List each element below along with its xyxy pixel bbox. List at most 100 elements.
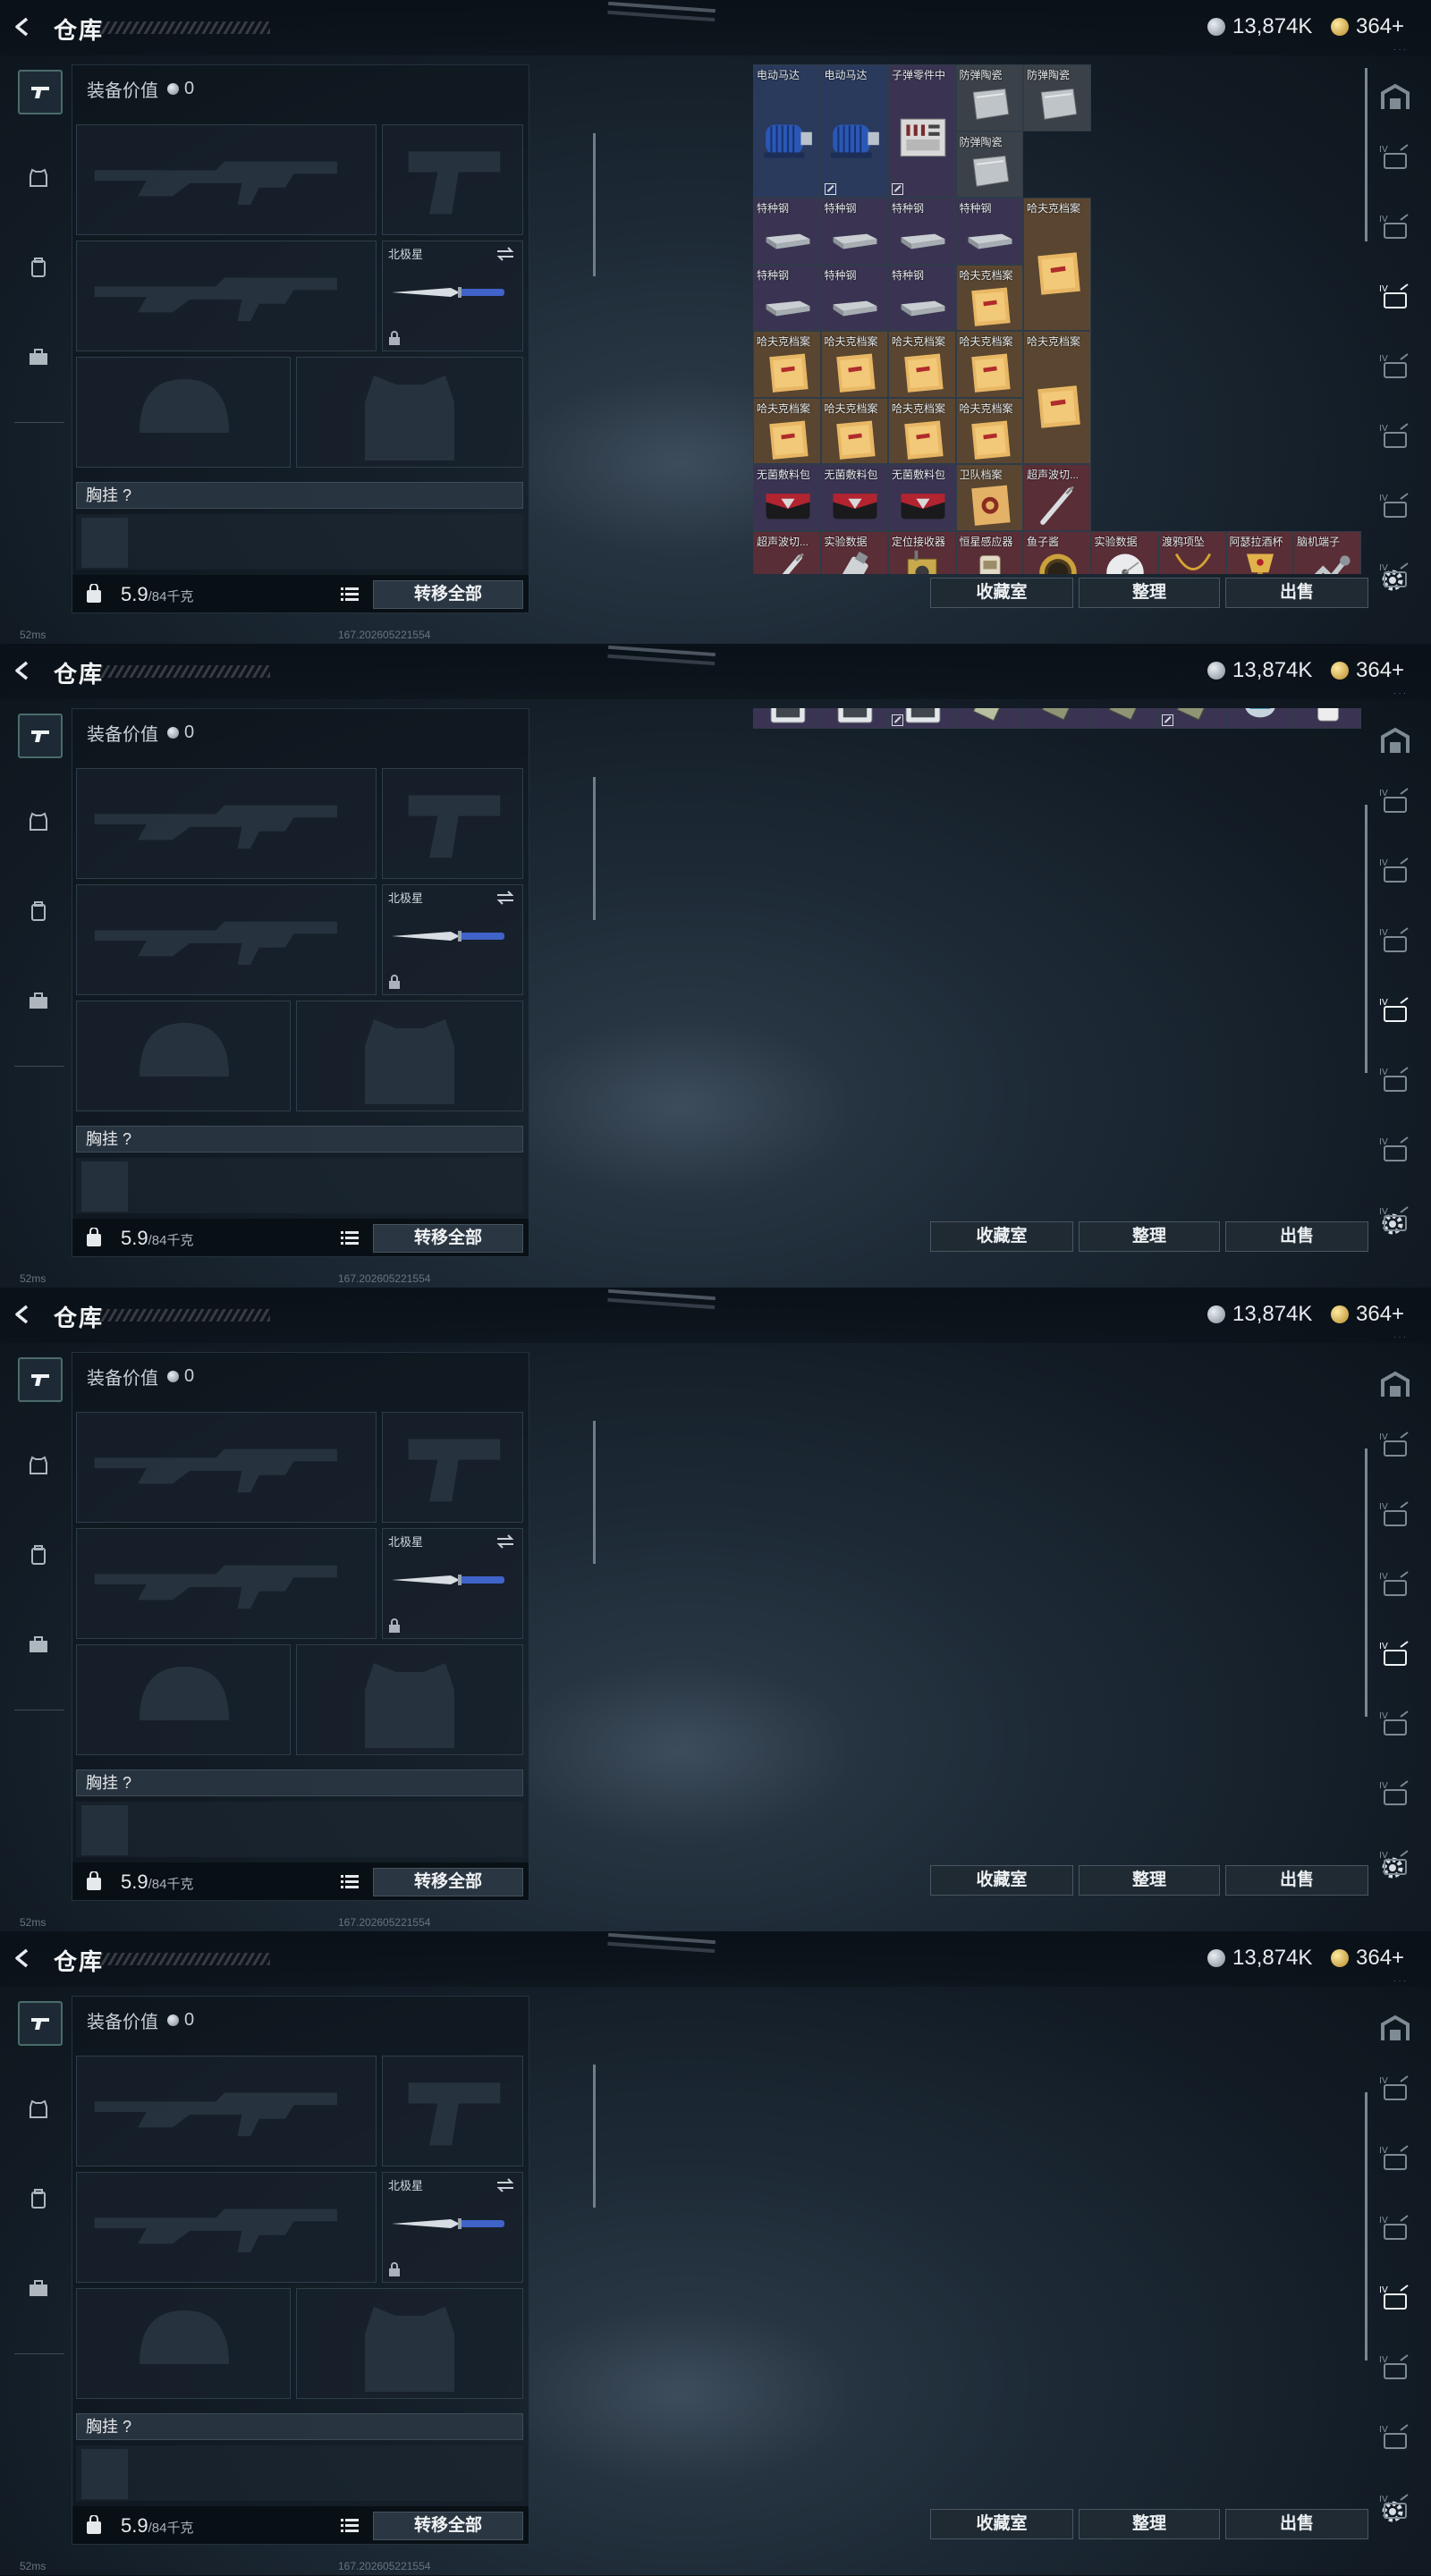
page-tab[interactable]: IV <box>1377 2212 1413 2242</box>
page-tab[interactable]: IV <box>1377 785 1413 815</box>
sell-button[interactable]: 出售 <box>1225 2509 1368 2539</box>
page-tab[interactable]: IV <box>1377 994 1413 1025</box>
page-tab[interactable]: IV <box>1377 1429 1413 1459</box>
storage-item[interactable]: 防弹陶瓷 <box>956 64 1024 131</box>
storage-scrollbar[interactable] <box>1365 68 1367 241</box>
secondary-weapon-slot[interactable] <box>76 2172 377 2283</box>
page-tab[interactable]: IV <box>1377 2491 1413 2521</box>
storage-item[interactable]: 鱼子酱 <box>1023 531 1091 575</box>
storage-item[interactable]: 实验数据 <box>821 531 889 575</box>
storage-grid-viewport[interactable]: 电动马达电动马达子弹零件中防弹陶瓷防弹陶瓷防弹陶瓷特种钢特种钢特种钢特种钢哈夫克… <box>753 708 1361 1218</box>
home-tab[interactable] <box>1377 2014 1413 2044</box>
storage-item[interactable]: 特种钢 <box>821 198 889 265</box>
list-icon[interactable] <box>341 1873 359 1889</box>
sell-button[interactable]: 出售 <box>1225 578 1368 608</box>
gold-balance[interactable]: 364+ <box>1331 658 1404 683</box>
back-arrow-icon[interactable] <box>13 1947 34 1969</box>
page-tab[interactable]: IV <box>1377 1499 1413 1529</box>
helmet-slot[interactable] <box>76 357 291 468</box>
chest-rig-header[interactable]: 胸挂 ? <box>76 2413 523 2440</box>
storage-item[interactable]: 脑机端子 <box>1293 531 1361 575</box>
body-armor-slot[interactable] <box>296 357 523 468</box>
storage-item[interactable]: 超声波切... <box>753 531 821 575</box>
storage-item[interactable]: 子弹零件中 <box>888 64 956 198</box>
backpack-tab[interactable] <box>18 2178 59 2219</box>
page-tab[interactable]: IV <box>1377 2073 1413 2103</box>
primary-weapon-slot[interactable] <box>76 2056 377 2166</box>
chest-rig-slot[interactable] <box>76 2445 523 2501</box>
page-tab[interactable]: IV <box>1377 925 1413 955</box>
storage-item[interactable]: 高级燃料 <box>1226 708 1294 729</box>
storage-grid-viewport[interactable]: 电动马达电动马达子弹零件中防弹陶瓷防弹陶瓷防弹陶瓷特种钢特种钢特种钢特种钢哈夫克… <box>753 1352 1361 1835</box>
page-tab[interactable]: IV <box>1377 2421 1413 2452</box>
list-icon[interactable] <box>341 586 359 602</box>
chest-rig-slot[interactable] <box>76 514 523 570</box>
storage-item[interactable]: 哈夫克档案 <box>753 331 821 398</box>
primary-weapon-slot[interactable] <box>76 1412 377 1523</box>
backpack-tab[interactable] <box>18 1534 59 1575</box>
storage-scrollbar[interactable] <box>1365 805 1367 1073</box>
gold-balance[interactable]: 364+ <box>1331 1946 1404 1971</box>
backpack-tab[interactable] <box>18 247 59 288</box>
swap-icon[interactable] <box>495 247 515 261</box>
silver-balance[interactable]: 13,874K <box>1207 658 1312 683</box>
collection-room-button[interactable]: 收藏室 <box>930 1865 1073 1896</box>
melee-slot[interactable]: 北极星 <box>382 1528 523 1639</box>
storage-item[interactable]: 聚乙烯 <box>1293 708 1361 729</box>
sort-button[interactable]: 整理 <box>1079 578 1220 608</box>
equipment-scrollbar[interactable] <box>593 777 596 920</box>
body-armor-slot[interactable] <box>296 2288 523 2399</box>
home-tab[interactable] <box>1377 82 1413 113</box>
sidearm-slot[interactable] <box>382 124 523 235</box>
page-tab[interactable]: IV <box>1377 1847 1413 1878</box>
storage-item[interactable]: 哈夫克档案 <box>888 398 956 465</box>
storage-item[interactable]: 防弹陶瓷 <box>956 131 1024 198</box>
storage-item[interactable]: 阿瑟拉酒杯 <box>1226 531 1294 575</box>
helmet-slot[interactable] <box>76 2288 291 2399</box>
storage-item[interactable]: 实验数据 <box>1091 531 1159 575</box>
silver-balance[interactable]: 13,874K <box>1207 1946 1312 1971</box>
page-tab[interactable]: IV <box>1377 855 1413 885</box>
storage-grid-viewport[interactable]: 电动马达电动马达子弹零件中防弹陶瓷防弹陶瓷防弹陶瓷特种钢特种钢特种钢特种钢哈夫克… <box>753 64 1361 574</box>
list-icon[interactable] <box>341 2517 359 2533</box>
sell-button[interactable]: 出售 <box>1225 1865 1368 1896</box>
page-tab[interactable]: IV <box>1377 1204 1413 1234</box>
weapon-tab[interactable] <box>18 70 63 114</box>
melee-slot[interactable]: 北极星 <box>382 2172 523 2283</box>
storage-item[interactable]: 无菌敷料包 <box>753 464 821 531</box>
collection-room-button[interactable]: 收藏室 <box>930 1221 1073 1252</box>
sidearm-slot[interactable] <box>382 1412 523 1523</box>
weapon-tab[interactable] <box>18 1357 63 1402</box>
back-arrow-icon[interactable] <box>13 660 34 681</box>
case-tab[interactable] <box>18 1624 59 1665</box>
storage-item[interactable]: 特种钢 <box>888 265 956 332</box>
weapon-tab[interactable] <box>18 2001 63 2046</box>
swap-icon[interactable] <box>495 2178 515 2192</box>
page-tab[interactable]: IV <box>1377 141 1413 172</box>
list-icon[interactable] <box>341 1229 359 1246</box>
page-tab[interactable]: IV <box>1377 2352 1413 2382</box>
storage-item[interactable]: 处理器 <box>888 708 956 729</box>
storage-item[interactable]: 超声波切... <box>1023 464 1091 531</box>
sort-button[interactable]: 整理 <box>1079 2509 1220 2539</box>
page-tab[interactable]: IV <box>1377 211 1413 241</box>
swap-icon[interactable] <box>495 891 515 905</box>
equipment-scrollbar[interactable] <box>593 1421 596 1564</box>
storage-item[interactable]: 防弹陶瓷 <box>1023 64 1091 131</box>
transfer-all-button[interactable]: 转移全部 <box>373 580 523 609</box>
chest-rig-header[interactable]: 胸挂 ? <box>76 1769 523 1796</box>
home-tab[interactable] <box>1377 1370 1413 1400</box>
silver-balance[interactable]: 13,874K <box>1207 14 1312 39</box>
melee-slot[interactable]: 北极星 <box>382 884 523 995</box>
armor-tab[interactable] <box>18 1445 59 1486</box>
case-tab[interactable] <box>18 2268 59 2309</box>
back-arrow-icon[interactable] <box>13 1304 34 1325</box>
sort-button[interactable]: 整理 <box>1079 1221 1220 1252</box>
storage-item[interactable]: 哈夫克档案 <box>956 331 1024 398</box>
storage-item[interactable]: 哈夫克档案 <box>821 331 889 398</box>
storage-item[interactable]: 哈夫克档案 <box>956 265 1024 332</box>
body-armor-slot[interactable] <box>296 1644 523 1755</box>
storage-item[interactable]: 哈夫克档案 <box>821 398 889 465</box>
storage-item[interactable]: 哈夫克档案 <box>888 331 956 398</box>
page-tab[interactable]: IV <box>1377 1638 1413 1668</box>
